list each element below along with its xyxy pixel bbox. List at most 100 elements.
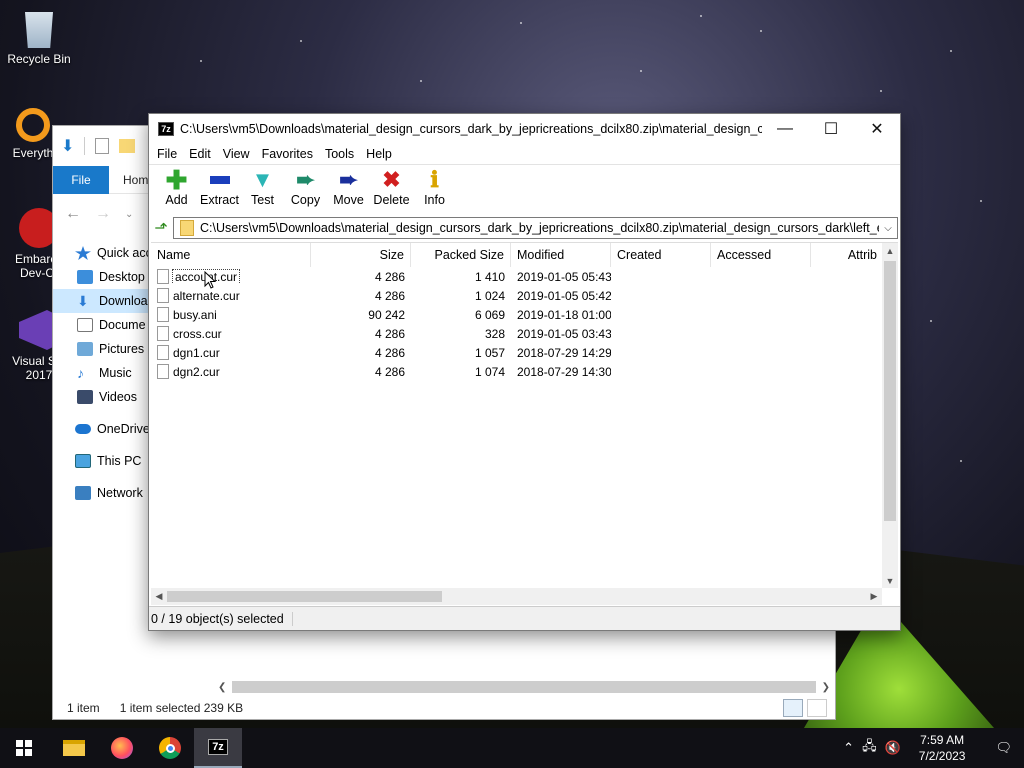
- col-accessed[interactable]: Accessed: [711, 243, 811, 267]
- sidebar-item-pictures[interactable]: Pictures: [53, 337, 153, 361]
- copy-button[interactable]: ➨ Copy: [284, 165, 327, 208]
- firefox-icon: [111, 737, 133, 759]
- table-row[interactable]: alternate.cur 4 286 1 024 2019-01-05 05:…: [151, 286, 898, 305]
- scroll-down-icon[interactable]: ▼: [882, 573, 898, 588]
- x-icon: ✖: [382, 167, 401, 192]
- scroll-right-icon[interactable]: ❯: [822, 682, 830, 693]
- extract-button[interactable]: Extract: [198, 165, 241, 207]
- taskbar: 7z ⌃ 🖧 🔇 7:59 AM 7/2/2023 🗨: [0, 728, 1024, 768]
- horizontal-scroll-thumb[interactable]: [167, 591, 442, 602]
- address-text: C:\Users\vm5\Downloads\material_design_c…: [200, 221, 898, 235]
- file-size: 4 286: [374, 269, 405, 284]
- copy-arrow-icon: ➨: [296, 167, 315, 192]
- chevron-down-icon[interactable]: ⌵: [879, 218, 897, 238]
- menu-edit[interactable]: Edit: [183, 147, 217, 161]
- col-attributes[interactable]: Attrib: [811, 243, 884, 267]
- volume-muted-icon[interactable]: 🔇: [885, 740, 901, 756]
- network-status-icon[interactable]: 🖧: [862, 737, 877, 759]
- table-row[interactable]: busy.ani 90 242 6 069 2019-01-18 01:00: [151, 305, 898, 324]
- sidebar-item-label: Quick acc: [97, 246, 152, 260]
- start-button[interactable]: [0, 728, 48, 768]
- menu-favorites[interactable]: Favorites: [256, 147, 319, 161]
- col-size[interactable]: Size: [311, 243, 411, 267]
- delete-label: Delete: [373, 193, 410, 207]
- taskbar-firefox[interactable]: [98, 728, 146, 768]
- sidebar-item-downloads[interactable]: ⬇ Downloa: [53, 289, 153, 313]
- star-icon: [75, 246, 91, 260]
- desktop-icon-label: Everyth: [12, 146, 54, 160]
- scroll-thumb[interactable]: [232, 681, 816, 693]
- sidebar-item-network[interactable]: Network: [53, 481, 153, 505]
- col-packed-size[interactable]: Packed Size: [411, 243, 511, 267]
- info-button[interactable]: ℹ Info: [413, 165, 456, 207]
- recent-dropdown-icon[interactable]: ⌄: [125, 209, 133, 220]
- horizontal-scrollbar[interactable]: ◀ ▶: [151, 588, 882, 605]
- 7zip-app-icon: 7z: [158, 122, 174, 136]
- sidebar-item-videos[interactable]: Videos: [53, 385, 153, 409]
- maximize-button[interactable]: ☐: [808, 114, 854, 144]
- sidebar-item-quick-access[interactable]: Quick acc: [53, 241, 153, 265]
- title-bar[interactable]: 7z C:\Users\vm5\Downloads\material_desig…: [149, 114, 900, 144]
- sidebar-item-onedrive[interactable]: OneDrive: [53, 417, 153, 441]
- table-row[interactable]: cross.cur 4 286 328 2019-01-05 03:43: [151, 324, 898, 343]
- minimize-button[interactable]: —: [762, 114, 808, 144]
- new-folder-icon[interactable]: [119, 139, 136, 153]
- col-name[interactable]: Name: [151, 243, 311, 267]
- sidebar-item-desktop[interactable]: Desktop: [53, 265, 153, 289]
- file-name: cross.cur: [173, 326, 222, 341]
- add-button[interactable]: ✚ Add: [155, 165, 198, 207]
- sidebar-item-label: Desktop: [99, 270, 145, 284]
- file-size: 4 286: [374, 288, 405, 303]
- sidebar-item-this-pc[interactable]: This PC: [53, 449, 153, 473]
- table-row[interactable]: account.cur 4 286 1 410 2019-01-05 05:43: [151, 267, 898, 286]
- up-folder-button[interactable]: ⬏: [149, 217, 173, 239]
- menu-help[interactable]: Help: [360, 147, 398, 161]
- menu-tools[interactable]: Tools: [319, 147, 360, 161]
- explorer-file-tab[interactable]: File: [53, 165, 109, 194]
- sidebar-item-label: Music: [99, 366, 132, 380]
- test-button[interactable]: ▼ Test: [241, 165, 284, 208]
- taskbar-chrome[interactable]: [146, 728, 194, 768]
- forward-arrow-icon[interactable]: →: [95, 205, 111, 223]
- vertical-scroll-thumb[interactable]: [884, 261, 896, 521]
- table-row[interactable]: dgn1.cur 4 286 1 057 2018-07-29 14:29: [151, 343, 898, 362]
- down-arrow-icon[interactable]: ⬇: [61, 136, 74, 156]
- 7zip-window[interactable]: 7z C:\Users\vm5\Downloads\material_desig…: [148, 113, 901, 631]
- desktop-icon-recycle-bin[interactable]: Recycle Bin: [4, 8, 74, 66]
- close-button[interactable]: ✕: [854, 114, 900, 144]
- address-input[interactable]: C:\Users\vm5\Downloads\material_design_c…: [173, 217, 898, 239]
- scroll-left-icon[interactable]: ❮: [218, 682, 226, 693]
- file-list[interactable]: Name Size Packed Size Modified Created A…: [151, 242, 898, 588]
- taskbar-7zip[interactable]: 7z: [194, 728, 242, 768]
- sidebar-item-documents[interactable]: Docume: [53, 313, 153, 337]
- 7zip-icon: 7z: [208, 739, 228, 755]
- move-button[interactable]: ➨ Move: [327, 165, 370, 208]
- large-icons-view-icon[interactable]: [807, 699, 827, 717]
- desktop-folder-icon: [77, 270, 93, 284]
- notification-icon[interactable]: 🗨: [983, 740, 1024, 756]
- delete-button[interactable]: ✖ Delete: [370, 165, 413, 208]
- folder-icon: [180, 220, 194, 236]
- scroll-right-icon[interactable]: ▶: [866, 588, 882, 605]
- sidebar-item-label: Pictures: [99, 342, 145, 356]
- taskbar-file-explorer[interactable]: [50, 728, 98, 768]
- back-arrow-icon[interactable]: ←: [65, 205, 81, 223]
- file-modified: 2019-01-05 03:43: [517, 326, 611, 341]
- scroll-left-icon[interactable]: ◀: [151, 588, 167, 605]
- menu-file[interactable]: File: [151, 147, 183, 161]
- menu-view[interactable]: View: [217, 147, 256, 161]
- properties-icon[interactable]: [95, 138, 110, 154]
- details-view-icon[interactable]: [783, 699, 803, 717]
- vertical-scrollbar[interactable]: ▲ ▼: [882, 243, 898, 588]
- file-size: 4 286: [374, 326, 405, 341]
- sidebar-item-music[interactable]: ♪ Music: [53, 361, 153, 385]
- clock[interactable]: 7:59 AM 7/2/2023: [909, 732, 976, 764]
- chevron-up-icon[interactable]: ⌃: [843, 740, 854, 756]
- scroll-up-icon[interactable]: ▲: [882, 243, 898, 259]
- table-row[interactable]: dgn2.cur 4 286 1 074 2018-07-29 14:30: [151, 362, 898, 381]
- explorer-horizontal-scrollbar[interactable]: ❮ ❯: [218, 679, 830, 695]
- sidebar-item-label: Docume: [99, 318, 146, 332]
- col-created[interactable]: Created: [611, 243, 711, 267]
- col-modified[interactable]: Modified: [511, 243, 611, 267]
- system-tray: ⌃ 🖧 🔇 7:59 AM 7/2/2023 🗨: [843, 728, 1024, 768]
